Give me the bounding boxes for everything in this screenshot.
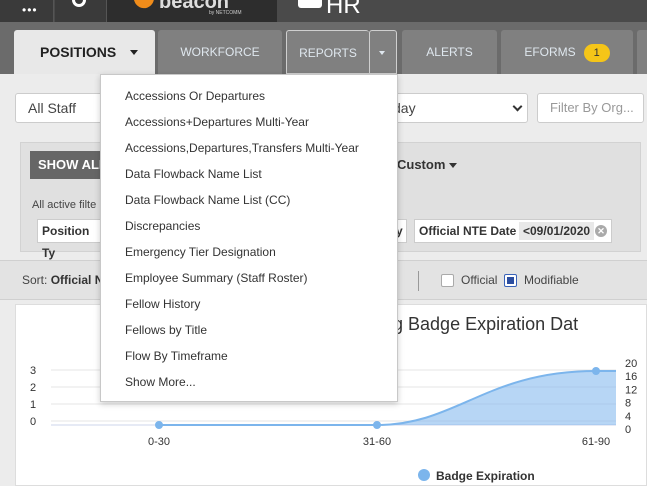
legend-marker xyxy=(418,469,430,481)
x-axis-tick: 0-30 xyxy=(148,436,170,448)
tab-more[interactable] xyxy=(637,30,647,74)
divider xyxy=(418,271,419,291)
search-icon xyxy=(72,0,86,7)
tab-eforms-label: EFORMS xyxy=(524,45,576,59)
beacon-logo-icon xyxy=(133,0,157,11)
report-menu-item[interactable]: Data Flowback Name List xyxy=(101,161,397,187)
data-point xyxy=(373,421,381,429)
right-axis-tick: 16 xyxy=(625,371,637,383)
custom-dropdown[interactable]: Custom xyxy=(397,157,458,172)
report-menu-item[interactable]: Accessions Or Departures xyxy=(101,83,397,109)
tab-alerts[interactable]: ALERTS xyxy=(402,30,497,74)
tab-reports[interactable]: REPORTS xyxy=(286,30,369,74)
reports-menu: Accessions Or Departures Accessions+Depar… xyxy=(100,74,398,402)
filter-chip-position[interactable]: Position Ty xyxy=(37,219,103,260)
report-menu-item[interactable]: Emergency Tier Designation xyxy=(101,239,397,265)
report-menu-item[interactable]: Employee Summary (Staff Roster) xyxy=(101,265,397,291)
top-bar: ••• beacon by NETCOMM HR xyxy=(0,0,647,22)
left-axis-tick: 1 xyxy=(30,399,36,411)
official-checkbox[interactable] xyxy=(441,274,454,287)
caret-down-icon xyxy=(449,163,458,169)
show-more-menu-item[interactable]: Show More... xyxy=(101,369,397,395)
right-axis-tick: 4 xyxy=(625,411,631,423)
left-axis-tick: 0 xyxy=(30,416,36,428)
active-filters-label: All active filte xyxy=(32,199,97,211)
caret-down-icon xyxy=(379,51,385,55)
logo-sub: by NETCOMM xyxy=(209,10,242,16)
left-axis-tick: 3 xyxy=(30,365,36,377)
tab-bar: POSITIONS WORKFORCE REPORTS ALERTS EFORM… xyxy=(0,22,647,74)
right-axis-tick: 12 xyxy=(625,384,637,396)
official-label: Official xyxy=(461,273,498,287)
sort-value: Official N xyxy=(50,273,104,287)
tab-eforms[interactable]: EFORMS 1 xyxy=(501,30,633,74)
app-grid-button[interactable]: ••• xyxy=(0,0,54,22)
eforms-count-badge: 1 xyxy=(583,43,610,62)
search-button[interactable] xyxy=(55,0,107,22)
report-menu-item[interactable]: Data Flowback Name List (CC) xyxy=(101,187,397,213)
day-select[interactable]: day xyxy=(380,93,528,123)
chevron-down-icon xyxy=(512,101,523,112)
filter-chip-nte-label: Official NTE Date xyxy=(419,224,517,238)
report-menu-item[interactable]: Fellow History xyxy=(101,291,397,317)
modifiable-label: Modifiable xyxy=(524,273,579,287)
modifiable-checkbox[interactable] xyxy=(504,274,517,287)
grid-icon: ••• xyxy=(22,3,38,17)
data-point xyxy=(155,421,163,429)
logo[interactable]: beacon by NETCOMM xyxy=(107,0,277,22)
briefcase-icon xyxy=(298,0,322,8)
reports-dropdown-toggle[interactable] xyxy=(369,30,397,74)
right-axis-tick: 0 xyxy=(625,424,631,436)
app-name: HR xyxy=(326,0,361,19)
filter-chip-nte-value: <09/01/2020 xyxy=(519,222,595,240)
right-axis-tick: 20 xyxy=(625,358,637,370)
caret-down-icon xyxy=(130,50,138,55)
chart-title: ning Badge Expiration Dat xyxy=(369,314,578,334)
report-menu-item[interactable]: Accessions,Departures,Transfers Multi-Ye… xyxy=(101,135,397,161)
x-axis-tick: 31-60 xyxy=(363,436,391,448)
report-menu-item[interactable]: Fellows by Title xyxy=(101,317,397,343)
report-menu-item[interactable]: Flow By Timeframe xyxy=(101,343,397,369)
filter-chip-nte[interactable]: Official NTE Date <09/01/2020 ✕ xyxy=(414,219,612,243)
x-axis-tick: 61-90 xyxy=(582,436,610,448)
left-axis-tick: 2 xyxy=(30,382,36,394)
report-menu-item[interactable]: Accessions+Departures Multi-Year xyxy=(101,109,397,135)
legend-label: Badge Expiration xyxy=(436,469,535,483)
sort-label[interactable]: Sort: Official N xyxy=(22,273,103,287)
report-menu-item[interactable]: Discrepancies xyxy=(101,213,397,239)
close-icon[interactable]: ✕ xyxy=(595,225,607,237)
tab-positions-label: POSITIONS xyxy=(40,44,117,60)
tab-workforce[interactable]: WORKFORCE xyxy=(158,30,282,74)
custom-label: Custom xyxy=(397,157,446,172)
right-axis-tick: 8 xyxy=(625,398,631,410)
tab-positions[interactable]: POSITIONS xyxy=(14,30,155,74)
data-point xyxy=(592,367,600,375)
sort-prefix: Sort: xyxy=(22,273,48,287)
org-filter-input[interactable]: Filter By Org... xyxy=(537,93,644,123)
